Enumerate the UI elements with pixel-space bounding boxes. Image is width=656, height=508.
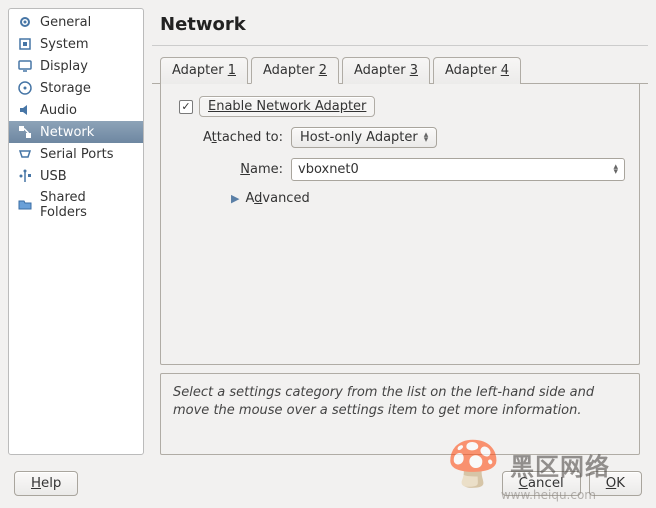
attached-to-label: Attached to: xyxy=(175,130,291,145)
folder-icon xyxy=(17,197,33,213)
chevron-updown-icon: ▴▾ xyxy=(424,133,429,143)
sidebar-item-audio[interactable]: Audio xyxy=(9,99,143,121)
gear-icon xyxy=(17,14,33,30)
sidebar-item-storage[interactable]: Storage xyxy=(9,77,143,99)
tab-adapter-2[interactable]: Adapter 2 xyxy=(251,57,339,84)
sidebar-item-display[interactable]: Display xyxy=(9,55,143,77)
adapter-tabs: Adapter 1Adapter 2Adapter 3Adapter 4 xyxy=(152,56,648,84)
sidebar-item-label: General xyxy=(40,15,91,30)
sidebar-item-serial-ports[interactable]: Serial Ports xyxy=(9,143,143,165)
sidebar-item-label: Shared Folders xyxy=(40,190,135,220)
usb-icon xyxy=(17,168,33,184)
enable-checkbox[interactable]: ✓ xyxy=(179,100,193,114)
tab-adapter-3[interactable]: Adapter 3 xyxy=(342,57,430,84)
serial-icon xyxy=(17,146,33,162)
dialog-buttons: Help Cancel OK xyxy=(0,463,656,508)
info-box: Select a settings category from the list… xyxy=(160,373,640,455)
triangle-right-icon: ▶ xyxy=(231,192,239,205)
adapter-panel: ✓ Enable Network Adapter Attached to: Ho… xyxy=(160,84,640,365)
sidebar-item-label: Serial Ports xyxy=(40,147,113,162)
name-label: Name: xyxy=(175,162,291,177)
advanced-toggle[interactable]: ▶ Advanced xyxy=(231,191,625,206)
network-icon xyxy=(17,124,33,140)
sidebar-item-general[interactable]: General xyxy=(9,11,143,33)
chevron-updown-icon: ▴▾ xyxy=(613,165,618,175)
sidebar-item-system[interactable]: System xyxy=(9,33,143,55)
sidebar-item-usb[interactable]: USB xyxy=(9,165,143,187)
disc-icon xyxy=(17,80,33,96)
cancel-button[interactable]: Cancel xyxy=(502,471,581,496)
monitor-icon xyxy=(17,58,33,74)
enable-label[interactable]: Enable Network Adapter xyxy=(199,96,375,117)
chip-icon xyxy=(17,36,33,52)
sidebar-item-label: Audio xyxy=(40,103,77,118)
sidebar-item-label: System xyxy=(40,37,88,52)
sidebar-item-label: USB xyxy=(40,169,67,184)
tab-adapter-4[interactable]: Adapter 4 xyxy=(433,57,521,84)
ok-button[interactable]: OK xyxy=(589,471,642,496)
sidebar-item-label: Display xyxy=(40,59,88,74)
sidebar-item-label: Storage xyxy=(40,81,91,96)
settings-content: Network Adapter 1Adapter 2Adapter 3Adapt… xyxy=(152,8,648,455)
settings-sidebar: General System Display Storage Audio Network S… xyxy=(8,8,144,455)
name-select[interactable]: vboxnet0 ▴▾ xyxy=(291,158,625,181)
sidebar-item-label: Network xyxy=(40,125,94,140)
page-title: Network xyxy=(152,8,648,46)
sidebar-item-network[interactable]: Network xyxy=(9,121,143,143)
speaker-icon xyxy=(17,102,33,118)
tab-adapter-1[interactable]: Adapter 1 xyxy=(160,57,248,84)
attached-to-select[interactable]: Host-only Adapter ▴▾ xyxy=(291,127,437,148)
sidebar-item-shared-folders[interactable]: Shared Folders xyxy=(9,187,143,223)
help-button[interactable]: Help xyxy=(14,471,78,496)
